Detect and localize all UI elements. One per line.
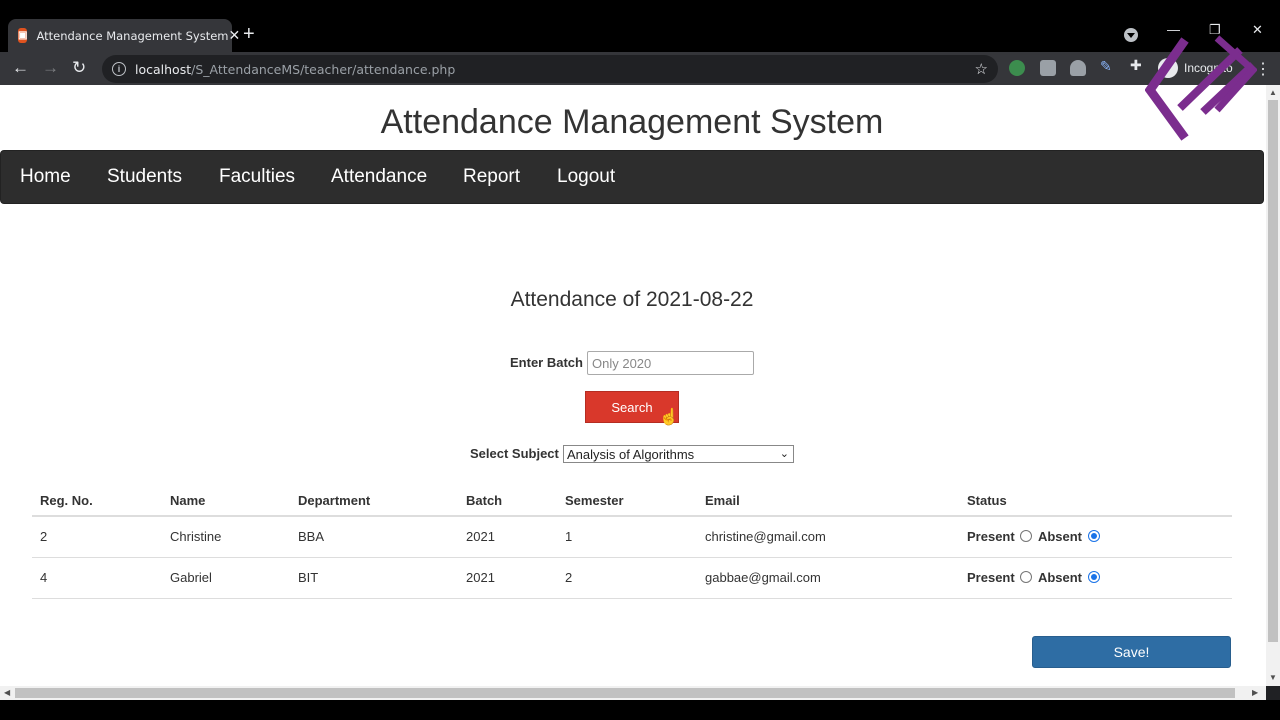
main-navbar: Home Students Faculties Attendance Repor… xyxy=(0,150,1264,204)
url-host: localhost xyxy=(135,61,192,77)
tab-close-icon[interactable]: ✕ xyxy=(228,27,240,44)
attendance-table: Reg. No. Name Department Batch Semester … xyxy=(32,485,1232,599)
present-label: Present xyxy=(967,529,1015,545)
batch-input[interactable] xyxy=(587,351,754,375)
reload-icon[interactable]: ↻ xyxy=(72,58,86,78)
cell-department: BIT xyxy=(290,557,458,599)
bookmark-star-icon[interactable]: ☆ xyxy=(975,60,988,78)
horizontal-scrollbar[interactable]: ◀ ▶ xyxy=(0,686,1266,700)
vertical-scrollbar[interactable]: ▲ ▼ xyxy=(1266,85,1280,686)
cell-batch: 2021 xyxy=(458,557,557,599)
site-info-icon[interactable]: i xyxy=(112,62,126,76)
browser-tab[interactable]: ▣ Attendance Management System ✕ xyxy=(8,19,240,52)
back-icon[interactable]: ← xyxy=(12,58,29,78)
cell-department: BBA xyxy=(290,516,458,558)
scroll-right-icon[interactable]: ▶ xyxy=(1252,688,1258,697)
cell-status: Present Absent xyxy=(959,516,1232,558)
chevron-down-icon: ⌄ xyxy=(779,448,789,460)
table-header-row: Reg. No. Name Department Batch Semester … xyxy=(32,485,1232,517)
subject-selected-value: Analysis of Algorithms xyxy=(567,446,695,462)
cell-reg-no: 2 xyxy=(32,516,162,558)
cell-semester: 1 xyxy=(557,516,697,558)
address-bar[interactable]: i localhost /S_AttendanceMS/teacher/atte… xyxy=(102,55,998,83)
absent-radio[interactable] xyxy=(1087,530,1100,543)
tab-title: Attendance Management System xyxy=(36,28,229,43)
col-semester: Semester xyxy=(557,485,697,517)
cell-name: Christine xyxy=(162,516,290,558)
horizontal-scroll-thumb[interactable] xyxy=(15,688,1235,698)
vertical-scroll-thumb[interactable] xyxy=(1268,100,1278,642)
browser-toolbar: ← → ↻ i localhost /S_AttendanceMS/teache… xyxy=(0,52,1280,85)
nav-logout[interactable]: Logout xyxy=(557,166,615,188)
extension-color-icon[interactable] xyxy=(1009,60,1025,76)
screenshot-extension-icon[interactable] xyxy=(1040,60,1056,76)
page-viewport: Attendance Management System Home Studen… xyxy=(0,85,1266,686)
cell-email: christine@gmail.com xyxy=(697,516,959,558)
cell-batch: 2021 xyxy=(458,516,557,558)
url-path: /S_AttendanceMS/teacher/attendance.php xyxy=(191,61,456,77)
browser-menu-icon[interactable]: ⋮ xyxy=(1255,59,1271,79)
favicon-icon: ▣ xyxy=(18,28,28,43)
browser-window: ▣ Attendance Management System ✕ + — ❐ ✕… xyxy=(0,0,1280,720)
present-label: Present xyxy=(967,570,1015,585)
nav-report[interactable]: Report xyxy=(463,166,520,188)
cell-status: Present Absent xyxy=(959,557,1232,599)
absent-radio[interactable] xyxy=(1087,571,1100,583)
attendance-heading: Attendance of 2021-08-22 xyxy=(510,288,754,311)
pen-extension-icon[interactable]: ✎ xyxy=(1100,58,1116,74)
cell-email: gabbae@gmail.com xyxy=(697,557,959,599)
present-radio[interactable] xyxy=(1020,571,1033,583)
cloud-extension-icon[interactable] xyxy=(1070,60,1086,76)
tab-search-icon[interactable] xyxy=(1124,28,1138,42)
channel-logo-watermark xyxy=(1145,35,1257,141)
table-row: 2 Christine BBA 2021 1 christine@gmail.c… xyxy=(32,516,1232,558)
nav-students[interactable]: Students xyxy=(107,166,182,188)
nav-home[interactable]: Home xyxy=(20,166,71,188)
tab-strip: ▣ Attendance Management System ✕ + — ❐ ✕ xyxy=(0,0,1280,52)
col-email: Email xyxy=(697,485,959,517)
cell-name: Gabriel xyxy=(162,557,290,599)
screen-bottom-edge xyxy=(0,700,1280,720)
absent-label: Absent xyxy=(1037,529,1083,545)
col-status: Status xyxy=(959,485,1232,517)
table-row: 4 Gabriel BIT 2021 2 gabbae@gmail.com Pr… xyxy=(32,557,1232,599)
cell-reg-no: 4 xyxy=(32,557,162,599)
batch-label: Enter Batch xyxy=(510,355,583,370)
absent-label: Absent xyxy=(1037,570,1083,585)
save-button[interactable]: Save! xyxy=(1032,636,1231,668)
col-reg-no: Reg. No. xyxy=(32,485,162,517)
extensions-puzzle-icon[interactable]: ✚ xyxy=(1130,57,1146,73)
nav-attendance[interactable]: Attendance xyxy=(331,166,427,188)
cell-semester: 2 xyxy=(557,557,697,599)
hand-cursor-icon: ☝ xyxy=(659,409,679,426)
col-name: Name xyxy=(162,485,290,517)
scroll-down-icon[interactable]: ▼ xyxy=(1269,673,1277,682)
present-radio[interactable] xyxy=(1020,530,1033,543)
subject-label: Select Subject xyxy=(470,446,559,461)
nav-faculties[interactable]: Faculties xyxy=(219,166,295,188)
col-department: Department xyxy=(290,485,458,517)
forward-icon[interactable]: → xyxy=(42,58,59,78)
site-title: Attendance Management System xyxy=(380,103,884,141)
scroll-left-icon[interactable]: ◀ xyxy=(4,688,10,697)
scroll-up-icon[interactable]: ▲ xyxy=(1269,88,1277,97)
new-tab-icon[interactable]: + xyxy=(243,23,255,46)
subject-select[interactable]: Analysis of Algorithms ⌄ xyxy=(563,445,794,463)
col-batch: Batch xyxy=(458,485,557,517)
